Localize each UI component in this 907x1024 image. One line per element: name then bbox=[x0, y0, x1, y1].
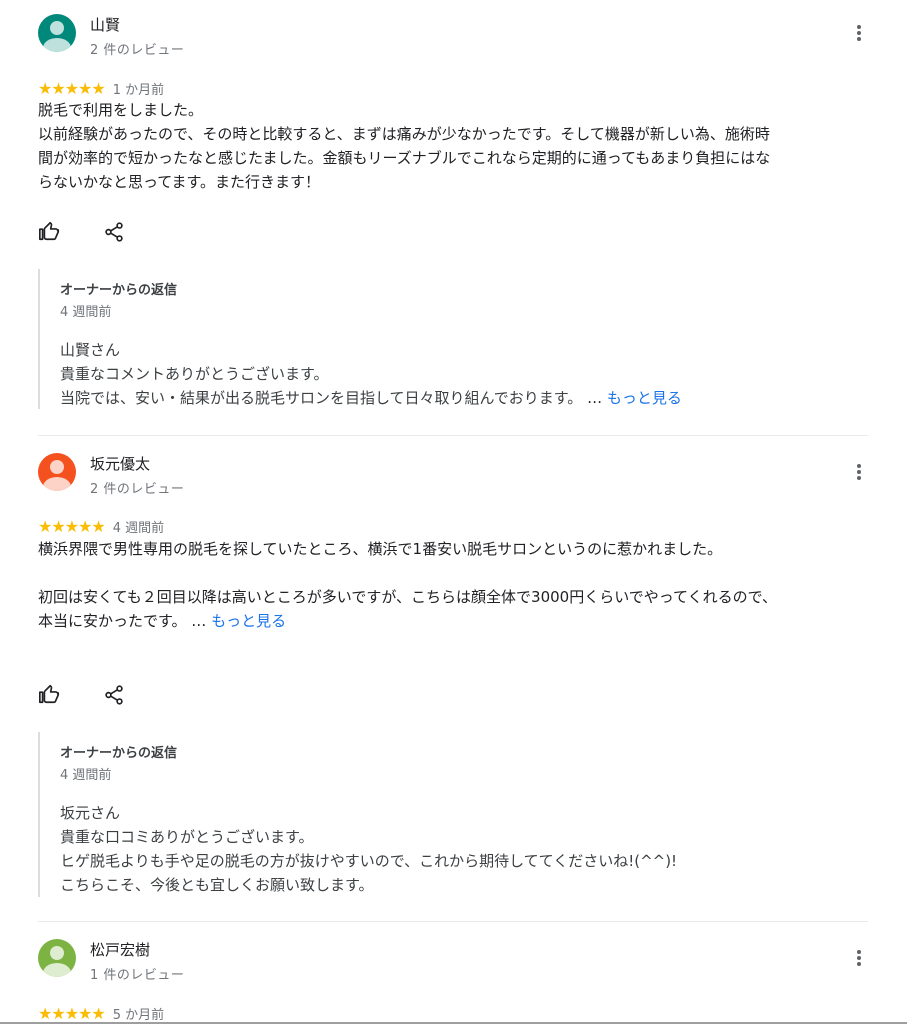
owner-response-text: 山賢さん 貴重なコメントありがとうございます。 当院では、安い・結果が出る脱毛サ… bbox=[60, 338, 820, 410]
review-count[interactable]: 1 件のレビュー bbox=[90, 964, 184, 983]
more-vert-icon[interactable] bbox=[851, 21, 867, 45]
review-date: 1 か月前 bbox=[112, 82, 165, 98]
star-rating: ★★★★★ bbox=[38, 516, 106, 536]
divider bbox=[38, 921, 868, 922]
share-icon[interactable] bbox=[103, 684, 125, 706]
avatar[interactable] bbox=[38, 14, 76, 52]
read-more-link[interactable]: もっと見る bbox=[607, 389, 682, 407]
owner-response-text: 坂元さん 貴重な口コミありがとうございます。 ヒゲ脱毛よりも手や足の脱毛の方が抜… bbox=[60, 804, 678, 894]
avatar-head-shape bbox=[50, 460, 64, 474]
reviewer-name[interactable]: 松戸宏樹 bbox=[90, 939, 150, 960]
owner-response-date: 4 週間前 bbox=[60, 768, 112, 783]
review-date: 4 週間前 bbox=[112, 520, 165, 536]
more-vert-icon[interactable] bbox=[851, 946, 867, 970]
review-text: 脱毛で利用をしました。 以前経験があったので、その時と比較すると、まずは痛みが少… bbox=[38, 101, 771, 191]
rating-row: ★★★★★ 1 か月前 bbox=[38, 78, 165, 98]
owner-response: オーナーからの返信 4 週間前 坂元さん 貴重な口コミありがとうございます。 ヒ… bbox=[38, 732, 820, 897]
owner-response-title: オーナーからの返信 bbox=[60, 283, 178, 298]
avatar-body-shape bbox=[43, 963, 71, 977]
divider bbox=[38, 435, 868, 436]
review-date: 5 か月前 bbox=[112, 1007, 165, 1023]
owner-response-title: オーナーからの返信 bbox=[60, 746, 178, 761]
avatar[interactable] bbox=[38, 453, 76, 491]
avatar-head-shape bbox=[50, 946, 64, 960]
star-rating: ★★★★★ bbox=[38, 78, 106, 98]
owner-response-body: 山賢さん 貴重なコメントありがとうございます。 当院では、安い・結果が出る脱毛サ… bbox=[60, 341, 583, 407]
avatar-body-shape bbox=[43, 38, 71, 52]
more-vert-icon[interactable] bbox=[851, 460, 867, 484]
ellipsis: … bbox=[186, 612, 212, 630]
avatar[interactable] bbox=[38, 939, 76, 977]
avatar-head-shape bbox=[50, 21, 64, 35]
reviewer-name[interactable]: 山賢 bbox=[90, 14, 120, 35]
rating-row: ★★★★★ 4 週間前 bbox=[38, 516, 165, 536]
review-text-body: 横浜界隈で男性専用の脱毛を探していたところ、横浜で1番安い脱毛サロンというのに惹… bbox=[38, 540, 777, 630]
rating-row: ★★★★★ 5 か月前 bbox=[38, 1003, 165, 1023]
share-icon[interactable] bbox=[103, 221, 125, 243]
star-rating: ★★★★★ bbox=[38, 1003, 106, 1023]
avatar-body-shape bbox=[43, 477, 71, 491]
owner-response-date: 4 週間前 bbox=[60, 305, 112, 320]
reviewer-name[interactable]: 坂元優太 bbox=[90, 453, 150, 474]
read-more-link[interactable]: もっと見る bbox=[211, 612, 286, 630]
thumbs-up-icon[interactable] bbox=[38, 683, 60, 705]
review-count[interactable]: 2 件のレビュー bbox=[90, 39, 184, 58]
review-text: 横浜界隈で男性専用の脱毛を探していたところ、横浜で1番安い脱毛サロンというのに惹… bbox=[38, 537, 778, 633]
ellipsis: … bbox=[582, 389, 607, 407]
thumbs-up-icon[interactable] bbox=[38, 220, 60, 242]
owner-response: オーナーからの返信 4 週間前 山賢さん 貴重なコメントありがとうございます。 … bbox=[38, 269, 820, 409]
review-count[interactable]: 2 件のレビュー bbox=[90, 478, 184, 497]
